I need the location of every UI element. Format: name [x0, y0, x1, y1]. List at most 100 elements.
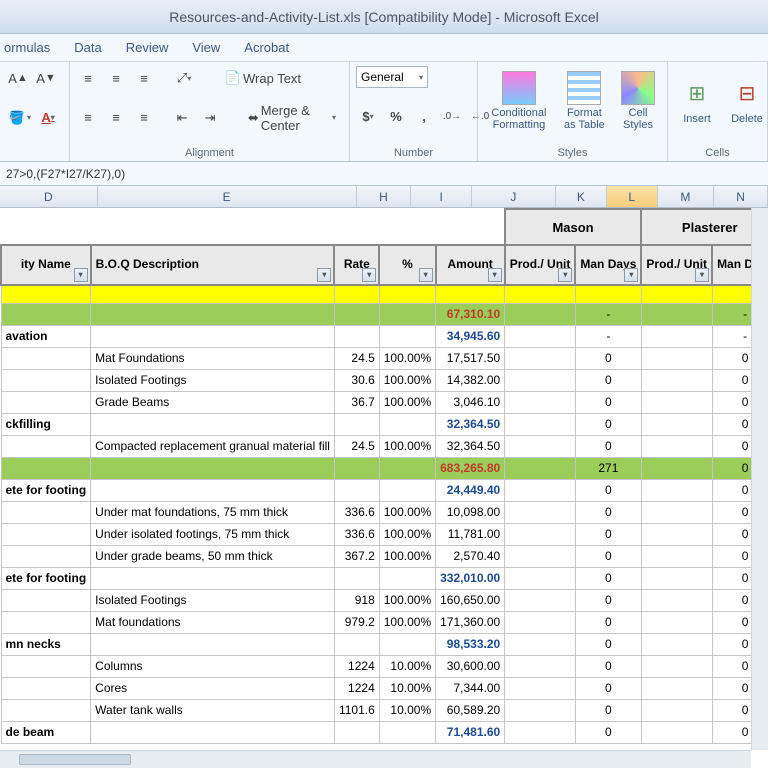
cell[interactable]: 10.00% — [379, 699, 435, 721]
cell[interactable]: 160,650.00 — [436, 589, 505, 611]
cell[interactable] — [334, 325, 379, 347]
cell[interactable]: 0 — [575, 501, 641, 523]
cell[interactable] — [379, 479, 435, 501]
cell[interactable]: 0 — [575, 523, 641, 545]
font-color-button[interactable]: A▾ — [36, 106, 60, 130]
cell[interactable] — [91, 567, 335, 589]
cell[interactable] — [505, 501, 576, 523]
cell[interactable]: 0 — [575, 721, 641, 743]
cell[interactable]: 100.00% — [379, 589, 435, 611]
menu-data[interactable]: Data — [74, 40, 101, 55]
cell[interactable]: 100.00% — [379, 545, 435, 567]
cell[interactable] — [1, 611, 91, 633]
cell[interactable] — [641, 479, 712, 501]
cell[interactable] — [641, 699, 712, 721]
cell[interactable] — [1, 655, 91, 677]
cell[interactable] — [641, 633, 712, 655]
cell[interactable] — [641, 457, 712, 479]
cell[interactable]: 0 — [575, 347, 641, 369]
cell[interactable]: Grade Beams — [91, 391, 335, 413]
cell[interactable] — [334, 633, 379, 655]
cell[interactable]: avation — [1, 325, 91, 347]
decrease-font-button[interactable]: A▼ — [34, 66, 58, 90]
cell[interactable]: Cores — [91, 677, 335, 699]
cell[interactable]: 1224 — [334, 677, 379, 699]
accounting-button[interactable]: $▾ — [356, 105, 380, 129]
align-right-button[interactable]: ≡ — [132, 106, 156, 130]
cell[interactable] — [641, 611, 712, 633]
scroll-thumb[interactable] — [19, 754, 131, 765]
horizontal-scrollbar[interactable] — [0, 750, 751, 768]
cell[interactable] — [505, 369, 576, 391]
spreadsheet-grid[interactable]: D E H I J K L M N MasonPlasterer ity Nam… — [0, 186, 768, 768]
cell[interactable]: 0 — [575, 633, 641, 655]
cell[interactable]: 24.5 — [334, 347, 379, 369]
cell[interactable]: 1101.6 — [334, 699, 379, 721]
percent-button[interactable]: % — [384, 105, 408, 129]
cell[interactable]: 100.00% — [379, 369, 435, 391]
cell[interactable] — [641, 369, 712, 391]
cell[interactable]: 271 — [575, 457, 641, 479]
cell[interactable]: ckfilling — [1, 413, 91, 435]
header-prod-mason[interactable]: Prod./ Unit▾ — [505, 245, 576, 285]
cell[interactable] — [334, 479, 379, 501]
col-m[interactable]: M — [658, 186, 715, 207]
cell[interactable] — [379, 303, 435, 325]
table-row[interactable]: mn necks98,533.2000 — [1, 633, 768, 655]
cell[interactable] — [641, 501, 712, 523]
menu-acrobat[interactable]: Acrobat — [244, 40, 289, 55]
cell[interactable] — [1, 545, 91, 567]
cell[interactable]: ete for footing — [1, 479, 91, 501]
cell[interactable]: 0 — [575, 611, 641, 633]
header-rate[interactable]: Rate▾ — [334, 245, 379, 285]
cell[interactable] — [379, 721, 435, 743]
filter-icon[interactable]: ▾ — [624, 268, 638, 282]
cell[interactable] — [1, 699, 91, 721]
cell[interactable] — [91, 457, 335, 479]
table-row[interactable]: Grade Beams36.7100.00%3,046.1000 — [1, 391, 768, 413]
cell[interactable]: 10,098.00 — [436, 501, 505, 523]
cell[interactable] — [641, 391, 712, 413]
cell[interactable]: 0 — [575, 589, 641, 611]
cell[interactable]: 67,310.10 — [436, 303, 505, 325]
cell[interactable]: 0 — [575, 655, 641, 677]
cell[interactable]: 36.7 — [334, 391, 379, 413]
cell[interactable] — [91, 479, 335, 501]
cell[interactable] — [641, 435, 712, 457]
table-row[interactable]: 683,265.802710 — [1, 457, 768, 479]
cell[interactable]: Water tank walls — [91, 699, 335, 721]
cell[interactable] — [1, 391, 91, 413]
cell[interactable]: 10.00% — [379, 677, 435, 699]
cell[interactable] — [641, 677, 712, 699]
cell[interactable]: 336.6 — [334, 523, 379, 545]
table-row[interactable]: 67,310.10-- — [1, 303, 768, 325]
cell[interactable] — [1, 303, 91, 325]
col-e[interactable]: E — [98, 186, 357, 207]
cell[interactable] — [505, 699, 576, 721]
cell[interactable] — [1, 501, 91, 523]
cell[interactable] — [334, 413, 379, 435]
col-d[interactable]: D — [0, 186, 98, 207]
menu-view[interactable]: View — [192, 40, 220, 55]
cell[interactable] — [505, 567, 576, 589]
cell[interactable]: 0 — [575, 479, 641, 501]
col-k[interactable]: K — [556, 186, 607, 207]
cell[interactable]: 100.00% — [379, 347, 435, 369]
cell[interactable]: 100.00% — [379, 501, 435, 523]
cell[interactable]: 60,589.20 — [436, 699, 505, 721]
filter-icon[interactable]: ▾ — [362, 268, 376, 282]
cell[interactable]: Isolated Footings — [91, 589, 335, 611]
header-man-mason[interactable]: Man Days▾ — [575, 245, 641, 285]
cell[interactable] — [91, 721, 335, 743]
header-amount[interactable]: Amount▾ — [436, 245, 505, 285]
table-row[interactable]: ete for footing24,449.4000 — [1, 479, 768, 501]
cell[interactable] — [505, 391, 576, 413]
cell[interactable]: 30,600.00 — [436, 655, 505, 677]
table-row[interactable]: Under isolated footings, 75 mm thick336.… — [1, 523, 768, 545]
col-l[interactable]: L — [607, 186, 658, 207]
orientation-button[interactable]: ⤢▾ — [172, 66, 196, 90]
cell[interactable]: 0 — [575, 413, 641, 435]
cell[interactable]: 332,010.00 — [436, 567, 505, 589]
decrease-indent-button[interactable]: ⇤ — [170, 106, 194, 130]
table-row[interactable]: ete for footing332,010.0000 — [1, 567, 768, 589]
